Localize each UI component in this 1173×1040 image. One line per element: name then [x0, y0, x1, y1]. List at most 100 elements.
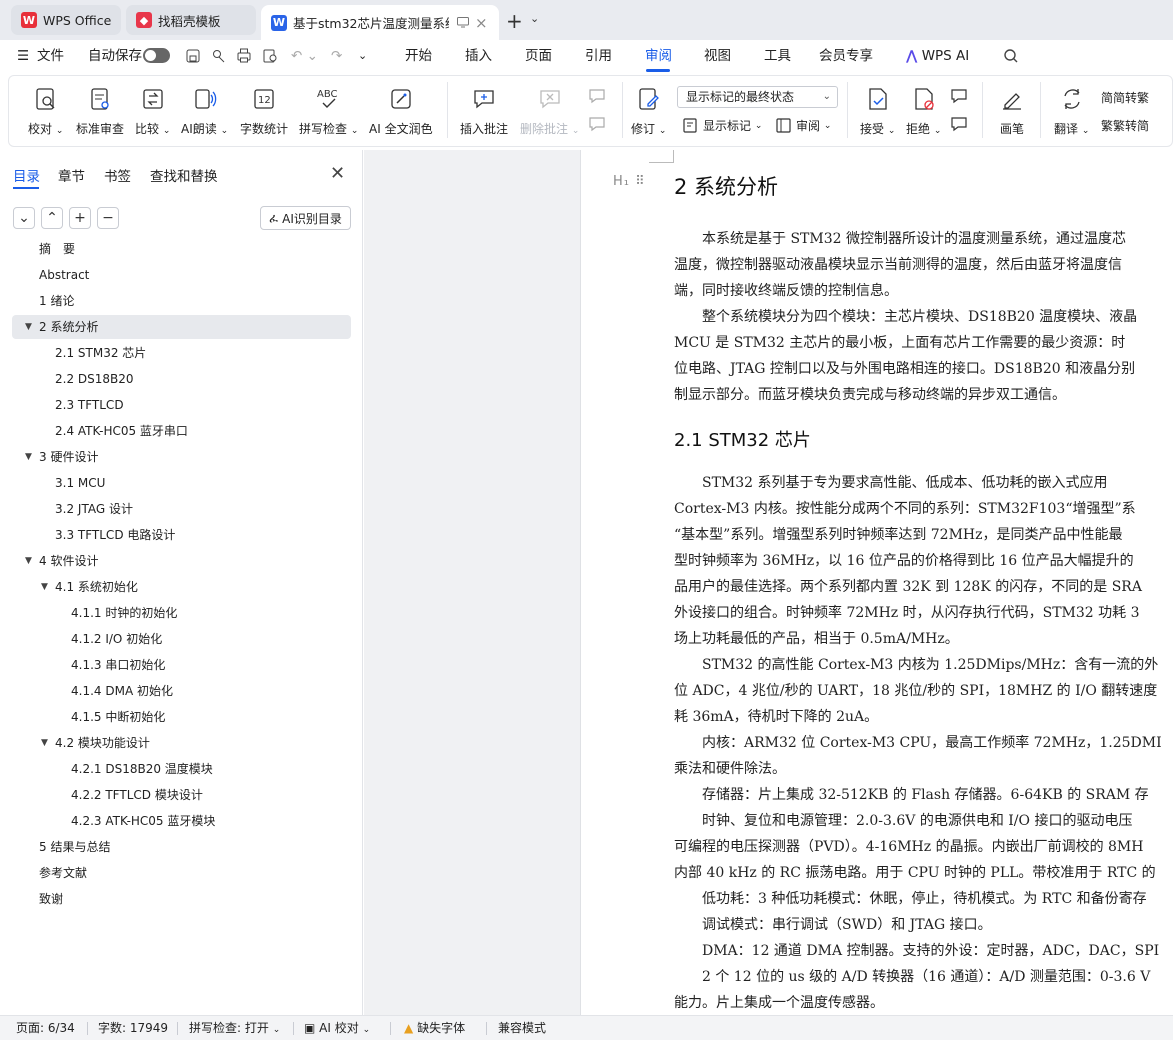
proofread-button[interactable]: 校对 ⌄: [28, 84, 63, 137]
monitor-icon[interactable]: [457, 17, 469, 28]
tab-docer-templates[interactable]: ◆ 找稻壳模板: [126, 5, 256, 35]
print-preview-icon[interactable]: [263, 40, 278, 72]
tab-wps-office[interactable]: W WPS Office: [11, 5, 121, 35]
toc-item[interactable]: 参考文献: [12, 861, 351, 885]
toc-item[interactable]: 2.4 ATK-HC05 蓝牙串口: [12, 419, 351, 443]
expand-caret-icon[interactable]: ▼: [25, 549, 32, 573]
autosave-toggle[interactable]: [143, 48, 170, 63]
standard-review-button[interactable]: 标准审查: [76, 84, 124, 137]
tab-bookmarks[interactable]: 书签: [104, 165, 131, 185]
pen-label: 画笔: [999, 122, 1024, 136]
new-tab-icon[interactable]: +: [506, 9, 523, 33]
collapse-down-icon[interactable]: ⌄: [13, 207, 35, 229]
markup-display-dropdown[interactable]: 显示标记的最终状态 ⌄: [677, 86, 838, 108]
remove-heading-icon[interactable]: −: [97, 207, 119, 229]
search-icon[interactable]: [1003, 40, 1019, 72]
close-icon[interactable]: ✕: [330, 163, 345, 184]
toc-item[interactable]: 5 结果与总结: [12, 835, 351, 859]
toc-item[interactable]: 4.2.3 ATK-HC05 蓝牙模块: [12, 809, 351, 833]
tab-toc[interactable]: 目录: [13, 165, 40, 185]
toc-item[interactable]: 4.1.2 I/O 初始化: [12, 627, 351, 651]
toc-item[interactable]: 2.3 TFTLCD: [12, 393, 351, 417]
hamburger-icon[interactable]: ☰: [17, 40, 29, 72]
prev-comment-icon[interactable]: [588, 88, 610, 104]
toc-item[interactable]: 4.1.5 中断初始化: [12, 705, 351, 729]
toc-item[interactable]: ▼ 4.1 系统初始化: [12, 575, 351, 599]
tab-current-document[interactable]: W 基于stm32芯片温度测量系统 ×: [261, 5, 499, 40]
toc-item[interactable]: 4.2.2 TFTLCD 模块设计: [12, 783, 351, 807]
word-count-button[interactable]: 12 字数统计: [240, 84, 288, 137]
toc-item[interactable]: 摘 要: [12, 237, 351, 261]
toc-item[interactable]: ▼ 2 系统分析: [12, 315, 351, 339]
menu-view[interactable]: 视图: [704, 40, 731, 72]
quick-access-more-icon[interactable]: ⌄: [358, 40, 367, 72]
ai-recognize-toc-button[interactable]: ፈ AI识别目录: [260, 206, 351, 230]
toc-item[interactable]: 4.2.1 DS18B20 温度模块: [12, 757, 351, 781]
next-comment-icon[interactable]: [588, 116, 610, 132]
compare-button[interactable]: 比较 ⌄: [135, 84, 170, 137]
word-count-status[interactable]: 字数: 17949: [98, 1016, 168, 1040]
menu-tools[interactable]: 工具: [764, 40, 791, 72]
show-markup-button[interactable]: 显示标记 ⌄: [683, 117, 762, 134]
collapse-up-icon[interactable]: ⌃: [41, 207, 63, 229]
spell-check-button[interactable]: ABC 拼写检查 ⌄: [299, 84, 358, 137]
undo-icon[interactable]: ↶ ⌄: [291, 40, 318, 72]
spell-check-status[interactable]: 拼写检查: 打开 ⌄: [189, 1016, 280, 1040]
prev-change-icon[interactable]: [950, 88, 972, 104]
expand-caret-icon[interactable]: ▼: [25, 445, 32, 469]
paragraph-line: 场上功耗最低的产品，相当于 0.5mA/MHz。: [674, 631, 959, 647]
to-simplified-button[interactable]: 繁 繁转简: [1101, 117, 1149, 134]
accept-button[interactable]: 接受 ⌄: [860, 84, 895, 137]
add-heading-icon[interactable]: +: [69, 207, 91, 229]
toc-item[interactable]: 3.2 JTAG 设计: [12, 497, 351, 521]
wps-ai-button[interactable]: ⋀ WPS AI: [906, 40, 969, 72]
translate-button[interactable]: 翻译 ⌄: [1054, 84, 1089, 137]
toc-item[interactable]: 2.2 DS18B20: [12, 367, 351, 391]
insert-comment-button[interactable]: 插入批注: [460, 84, 508, 137]
menu-file[interactable]: 文件: [37, 40, 64, 72]
heading-drag-handle[interactable]: H₁ ⠿: [613, 174, 646, 189]
close-tab-icon[interactable]: ×: [475, 14, 488, 32]
link-icon[interactable]: [212, 40, 226, 72]
document-page[interactable]: H₁ ⠿ 2 系统分析 本系统是基于 STM32 微控制器所设计的温度测量系统，…: [580, 150, 1173, 1015]
menu-references[interactable]: 引用: [585, 40, 612, 72]
toc-item[interactable]: 4.1.4 DMA 初始化: [12, 679, 351, 703]
toc-item[interactable]: 1 绪论: [12, 289, 351, 313]
page-indicator[interactable]: 页面: 6/34: [16, 1016, 75, 1040]
toc-item[interactable]: 2.1 STM32 芯片: [12, 341, 351, 365]
next-change-icon[interactable]: [950, 116, 972, 132]
ai-read-button[interactable]: AI朗读 ⌄: [181, 84, 228, 137]
toc-item[interactable]: 致谢: [12, 887, 351, 911]
review-pane-button[interactable]: 审阅 ⌄: [776, 117, 831, 134]
toc-item[interactable]: 3.1 MCU: [12, 471, 351, 495]
menu-member[interactable]: 会员专享: [819, 40, 873, 72]
missing-font-status[interactable]: ▲ 缺失字体: [404, 1016, 465, 1040]
expand-caret-icon[interactable]: ▼: [41, 575, 48, 599]
redo-icon[interactable]: ↷: [331, 40, 342, 72]
save-icon[interactable]: [186, 40, 200, 72]
toc-item[interactable]: ▼ 4.2 模块功能设计: [12, 731, 351, 755]
toc-item[interactable]: 3.3 TFTLCD 电路设计: [12, 523, 351, 547]
menu-insert[interactable]: 插入: [465, 40, 492, 72]
expand-caret-icon[interactable]: ▼: [41, 731, 48, 755]
ai-proof-status[interactable]: ▣ AI 校对 ⌄: [304, 1016, 370, 1040]
toc-item[interactable]: 4.1.3 串口初始化: [12, 653, 351, 677]
tab-sections[interactable]: 章节: [58, 165, 85, 185]
tab-find-replace[interactable]: 查找和替换: [150, 165, 218, 185]
print-icon[interactable]: [237, 40, 251, 72]
toc-item[interactable]: ▼ 4 软件设计: [12, 549, 351, 573]
track-changes-button[interactable]: 修订 ⌄: [631, 84, 666, 137]
toc-item[interactable]: 4.1.1 时钟的初始化: [12, 601, 351, 625]
toc-item[interactable]: ▼ 3 硬件设计: [12, 445, 351, 469]
chevron-down-icon[interactable]: ⌄: [530, 12, 539, 25]
ai-polish-button[interactable]: AI 全文润色: [369, 84, 433, 137]
toc-item[interactable]: Abstract: [12, 263, 351, 287]
to-traditional-button[interactable]: 简 简转繁: [1101, 89, 1149, 106]
menu-review[interactable]: 审阅: [645, 40, 672, 72]
reject-button[interactable]: 拒绝 ⌄: [906, 84, 941, 137]
delete-comment-button[interactable]: 删除批注 ⌄: [520, 84, 579, 137]
pen-button[interactable]: 画笔: [999, 84, 1025, 137]
menu-home[interactable]: 开始: [405, 40, 432, 72]
expand-caret-icon[interactable]: ▼: [25, 315, 32, 339]
menu-page[interactable]: 页面: [525, 40, 552, 72]
